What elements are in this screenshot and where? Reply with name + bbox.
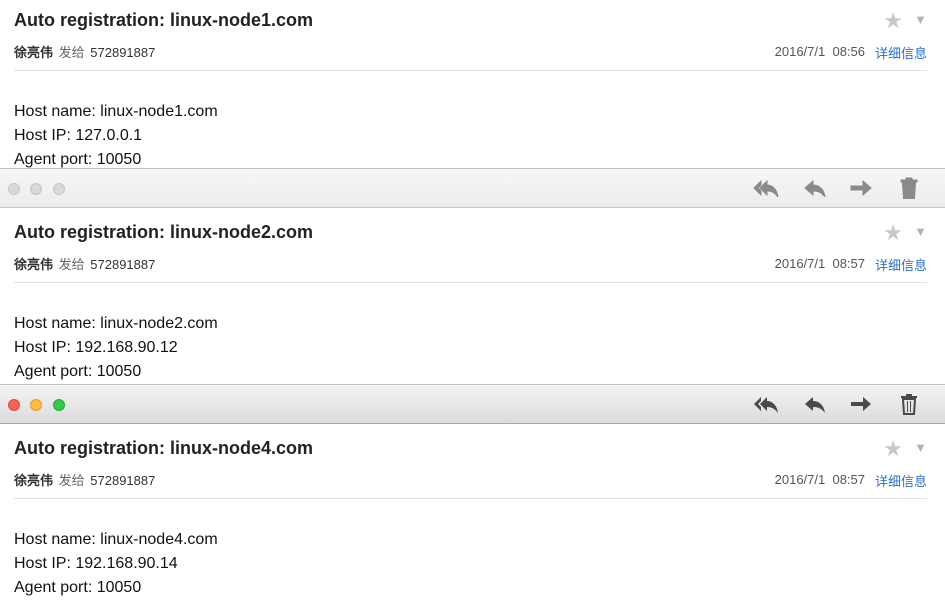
window-toolbar-inactive — [0, 168, 945, 208]
sender-name[interactable]: 徐亮伟 — [14, 257, 53, 272]
forward-icon — [850, 179, 872, 197]
header-divider — [14, 70, 927, 71]
sent-to-label: 发给 — [58, 473, 85, 488]
traffic-lights — [8, 182, 71, 200]
minimize-window-button[interactable] — [30, 183, 43, 195]
star-icon[interactable]: ★ — [883, 436, 903, 462]
reply-all-button[interactable] — [751, 392, 781, 416]
email-date: 2016/7/1 08:57 — [774, 472, 865, 487]
recipient[interactable]: 572891887 — [90, 45, 155, 60]
sender-line: 徐亮伟 发给 572891887 — [14, 254, 155, 273]
sender-name[interactable]: 徐亮伟 — [14, 473, 53, 488]
reply-all-icon — [753, 179, 779, 198]
email-body: Host name: linux-node2.com Host IP: 192.… — [14, 312, 218, 384]
body-line: Host IP: 192.168.90.12 — [14, 339, 178, 356]
delete-button[interactable] — [894, 392, 924, 416]
email-subject: Auto registration: linux-node2.com — [14, 222, 314, 242]
email-message-2: Auto registration: linux-node2.com ★ ▼ 徐… — [0, 212, 945, 380]
chevron-down-icon[interactable]: ▼ — [914, 440, 927, 455]
sender-line: 徐亮伟 发给 572891887 — [14, 42, 155, 61]
window-toolbar-active — [0, 384, 945, 424]
email-message-3: Auto registration: linux-node4.com ★ ▼ 徐… — [0, 428, 945, 596]
details-link[interactable]: 详细信息 — [875, 43, 927, 62]
chevron-down-icon[interactable]: ▼ — [914, 224, 927, 239]
forward-button[interactable] — [846, 176, 876, 200]
forward-icon — [851, 397, 871, 411]
reply-icon — [805, 397, 825, 413]
body-line: Host IP: 192.168.90.14 — [14, 555, 178, 572]
sender-line: 徐亮伟 发给 572891887 — [14, 470, 155, 489]
details-link[interactable]: 详细信息 — [875, 471, 927, 490]
delete-button[interactable] — [894, 176, 924, 200]
email-subject: Auto registration: linux-node4.com — [14, 438, 314, 458]
zoom-window-button[interactable] — [52, 399, 65, 411]
trash-icon — [901, 394, 917, 415]
star-icon[interactable]: ★ — [883, 8, 903, 34]
reply-all-button[interactable] — [751, 176, 781, 200]
reply-all-icon — [754, 397, 778, 413]
email-date: 2016/7/1 08:57 — [774, 256, 865, 271]
recipient[interactable]: 572891887 — [90, 257, 155, 272]
trash-icon — [900, 177, 918, 199]
traffic-lights — [8, 398, 71, 416]
star-icon[interactable]: ★ — [883, 220, 903, 246]
chevron-down-icon[interactable]: ▼ — [914, 12, 927, 27]
header-divider — [14, 498, 927, 499]
close-window-button[interactable] — [8, 183, 20, 195]
sent-to-label: 发给 — [58, 45, 85, 60]
sender-name[interactable]: 徐亮伟 — [14, 45, 53, 60]
sent-to-label: 发给 — [58, 257, 85, 272]
body-line: Agent port: 10050 — [14, 579, 142, 596]
recipient[interactable]: 572891887 — [90, 473, 155, 488]
reply-button[interactable] — [800, 176, 830, 200]
details-link[interactable]: 详细信息 — [875, 255, 927, 274]
body-line: Agent port: 10050 — [14, 363, 142, 380]
reply-icon — [804, 179, 826, 198]
reply-button[interactable] — [800, 392, 830, 416]
email-body: Host name: linux-node4.com Host IP: 192.… — [14, 528, 218, 600]
email-date: 2016/7/1 08:56 — [774, 44, 865, 59]
minimize-window-button[interactable] — [30, 399, 43, 411]
email-body: Host name: linux-node1.com Host IP: 127.… — [14, 100, 218, 172]
header-divider — [14, 282, 927, 283]
body-line: Host IP: 127.0.0.1 — [14, 127, 143, 144]
body-line: Host name: linux-node2.com — [14, 315, 218, 332]
email-message-1: Auto registration: linux-node1.com ★ ▼ 徐… — [0, 0, 945, 168]
body-line: Host name: linux-node1.com — [14, 103, 218, 120]
email-subject: Auto registration: linux-node1.com — [14, 10, 314, 30]
forward-button[interactable] — [846, 392, 876, 416]
close-window-button[interactable] — [8, 399, 20, 411]
body-line: Host name: linux-node4.com — [14, 531, 218, 548]
zoom-window-button[interactable] — [52, 183, 65, 195]
